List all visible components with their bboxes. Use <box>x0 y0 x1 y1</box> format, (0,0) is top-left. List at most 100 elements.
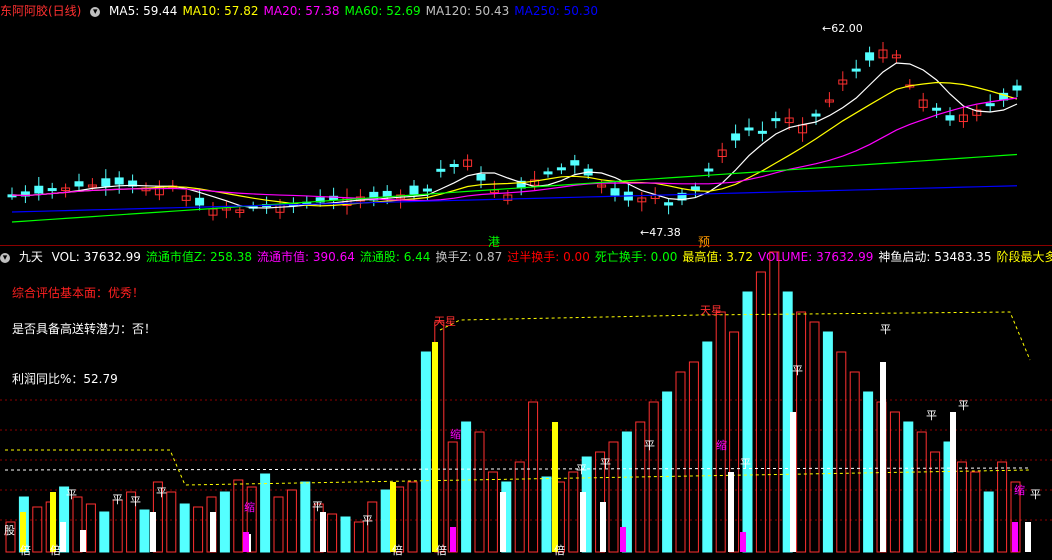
volume-bar <box>233 479 244 553</box>
volume-bar <box>99 511 110 553</box>
volume-bar <box>179 503 190 553</box>
volume-bar <box>580 492 586 552</box>
suo-label: 缩 <box>716 439 727 452</box>
ping-label: 平 <box>1030 488 1041 501</box>
volume-bar <box>474 431 485 553</box>
volume-bar <box>997 461 1008 553</box>
volume-bar <box>836 351 847 553</box>
tianxing-label: 天星 <box>700 304 722 317</box>
volume-bar <box>1025 522 1031 552</box>
suo-label: 缩 <box>244 501 255 514</box>
volume-bar <box>243 532 249 552</box>
volume-bar <box>407 481 418 553</box>
volume-bar <box>260 473 271 553</box>
volume-bar <box>219 491 230 553</box>
volume-bar <box>166 491 177 553</box>
volume-bar <box>822 331 833 553</box>
gu-label: 股 <box>4 524 15 537</box>
volume-bar <box>863 391 874 553</box>
volume-bar <box>970 471 981 553</box>
yu-marker: 预 <box>698 235 711 249</box>
ping-label: 平 <box>958 399 969 412</box>
volume-bar <box>273 496 284 553</box>
volume-bar <box>889 411 900 553</box>
volume-chart[interactable] <box>0 0 1052 560</box>
volume-bar <box>662 391 673 553</box>
high-price-label: ←62.00 <box>822 22 863 35</box>
volume-bar <box>728 472 734 552</box>
ping-label: 平 <box>362 514 373 527</box>
volume-bar <box>210 512 216 552</box>
volume-bar <box>568 471 579 553</box>
ping-label: 平 <box>112 493 123 506</box>
volume-bar <box>80 530 86 552</box>
volume-bar <box>286 489 297 553</box>
bei-label: 倍 <box>50 544 61 557</box>
volume-bar <box>675 371 686 553</box>
bei-label: 倍 <box>554 544 565 557</box>
ping-label: 平 <box>926 409 937 422</box>
volume-bar <box>809 321 820 553</box>
volume-bar <box>112 499 123 553</box>
volume-bar <box>450 527 456 552</box>
volume-bar <box>320 512 326 552</box>
potential-note: 是否具备高送转潜力：否！ <box>12 322 157 336</box>
volume-bar <box>528 401 539 553</box>
suo-label: 缩 <box>1014 484 1025 497</box>
ping-label: 平 <box>576 463 587 476</box>
volume-bar <box>139 509 150 553</box>
volume-bar <box>930 451 941 553</box>
signal-line <box>4 467 1031 471</box>
volume-bar <box>340 516 351 553</box>
tianxing-label: 天星 <box>434 315 456 328</box>
ping-label: 平 <box>66 488 77 501</box>
volume-bar <box>461 421 472 553</box>
volume-bar <box>956 461 967 553</box>
volume-bar <box>742 291 753 553</box>
volume-bar <box>193 506 204 553</box>
bei-label: 倍 <box>20 544 31 557</box>
volume-bar <box>715 311 726 553</box>
low-price-label: ←47.38 <box>640 226 681 239</box>
volume-bar <box>432 342 438 552</box>
volume-bar <box>420 351 431 553</box>
volume-bar <box>514 461 525 553</box>
ping-label: 平 <box>880 323 891 336</box>
volume-bar <box>620 527 626 552</box>
volume-bar <box>880 362 886 552</box>
profit-note: 利润同比%：52.79 <box>12 372 118 386</box>
volume-bar <box>1012 522 1018 552</box>
bei-label: 倍 <box>436 544 447 557</box>
bei-label: 倍 <box>392 544 403 557</box>
ping-label: 平 <box>312 500 323 513</box>
gang-marker: 港 <box>488 235 501 249</box>
suo-label: 缩 <box>450 428 461 441</box>
volume-bar <box>790 412 796 552</box>
signal-line <box>439 311 1031 361</box>
volume-bar <box>85 503 96 553</box>
volume-bar <box>541 476 552 553</box>
volume-bar <box>380 489 391 553</box>
volume-bar <box>903 421 914 553</box>
volume-bar <box>32 506 43 553</box>
ping-label: 平 <box>156 486 167 499</box>
volume-bar <box>487 471 498 553</box>
volume-bar <box>769 251 780 553</box>
volume-bar <box>702 341 713 553</box>
volume-bar <box>796 311 807 553</box>
ping-label: 平 <box>644 439 655 452</box>
volume-bar <box>950 412 956 552</box>
volume-bar <box>849 371 860 553</box>
volume-bar <box>500 492 506 552</box>
volume-bar <box>740 532 746 552</box>
volume-bar <box>916 431 927 553</box>
ping-label: 平 <box>600 457 611 470</box>
ping-label: 平 <box>792 364 803 377</box>
volume-bar <box>983 491 994 553</box>
volume-bar <box>552 422 558 552</box>
volume-bar <box>150 512 156 552</box>
volume-bar <box>300 481 311 553</box>
fundamental-note: 综合评估基本面：优秀！ <box>12 286 145 300</box>
ping-label: 平 <box>130 495 141 508</box>
volume-bar <box>688 361 699 553</box>
